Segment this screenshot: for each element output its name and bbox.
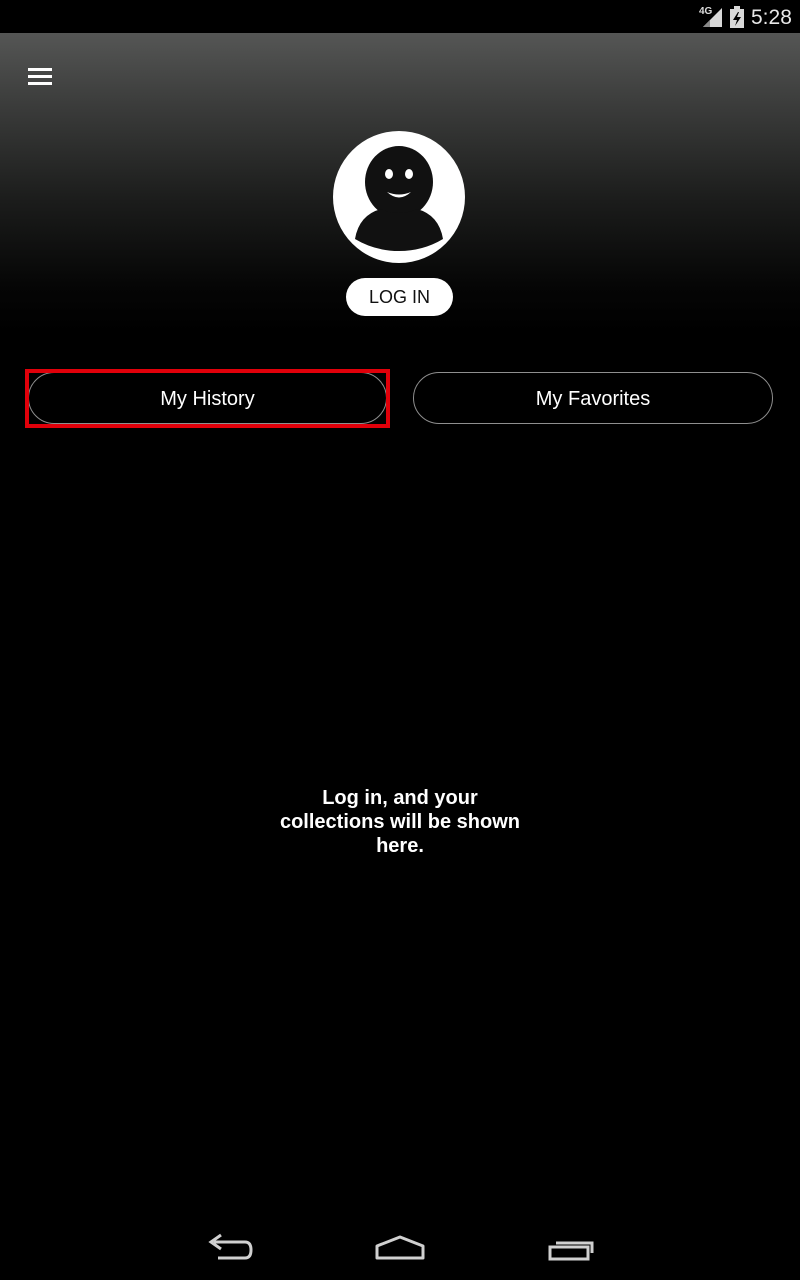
clock: 5:28: [751, 6, 792, 29]
empty-state-line: Log in, and your: [322, 787, 478, 809]
tab-my-favorites[interactable]: My Favorites: [413, 372, 773, 424]
avatar: [333, 131, 465, 263]
back-button[interactable]: [190, 1216, 270, 1280]
empty-state-line: here.: [376, 835, 424, 857]
login-button[interactable]: LOG IN: [346, 278, 453, 316]
back-icon: [208, 1233, 253, 1260]
battery-icon: [730, 6, 744, 28]
home-button[interactable]: [360, 1216, 440, 1280]
recents-button[interactable]: [531, 1216, 611, 1280]
tab-my-history[interactable]: My History: [28, 372, 387, 424]
empty-state-line: collections will be shown: [279, 811, 521, 833]
empty-state-message: Log in, and your collections will be sho…: [260, 786, 540, 858]
status-bar: 4G 5:28: [0, 0, 800, 33]
recents-icon: [548, 1241, 594, 1261]
menu-icon[interactable]: [20, 58, 60, 94]
user-icon: [355, 146, 443, 251]
home-icon: [375, 1235, 425, 1260]
app-screen: 4G 5:28 LOG IN My History My Favorites L…: [0, 0, 800, 1280]
navigation-bar: [0, 1216, 800, 1280]
network-type-label: 4G: [699, 6, 713, 17]
